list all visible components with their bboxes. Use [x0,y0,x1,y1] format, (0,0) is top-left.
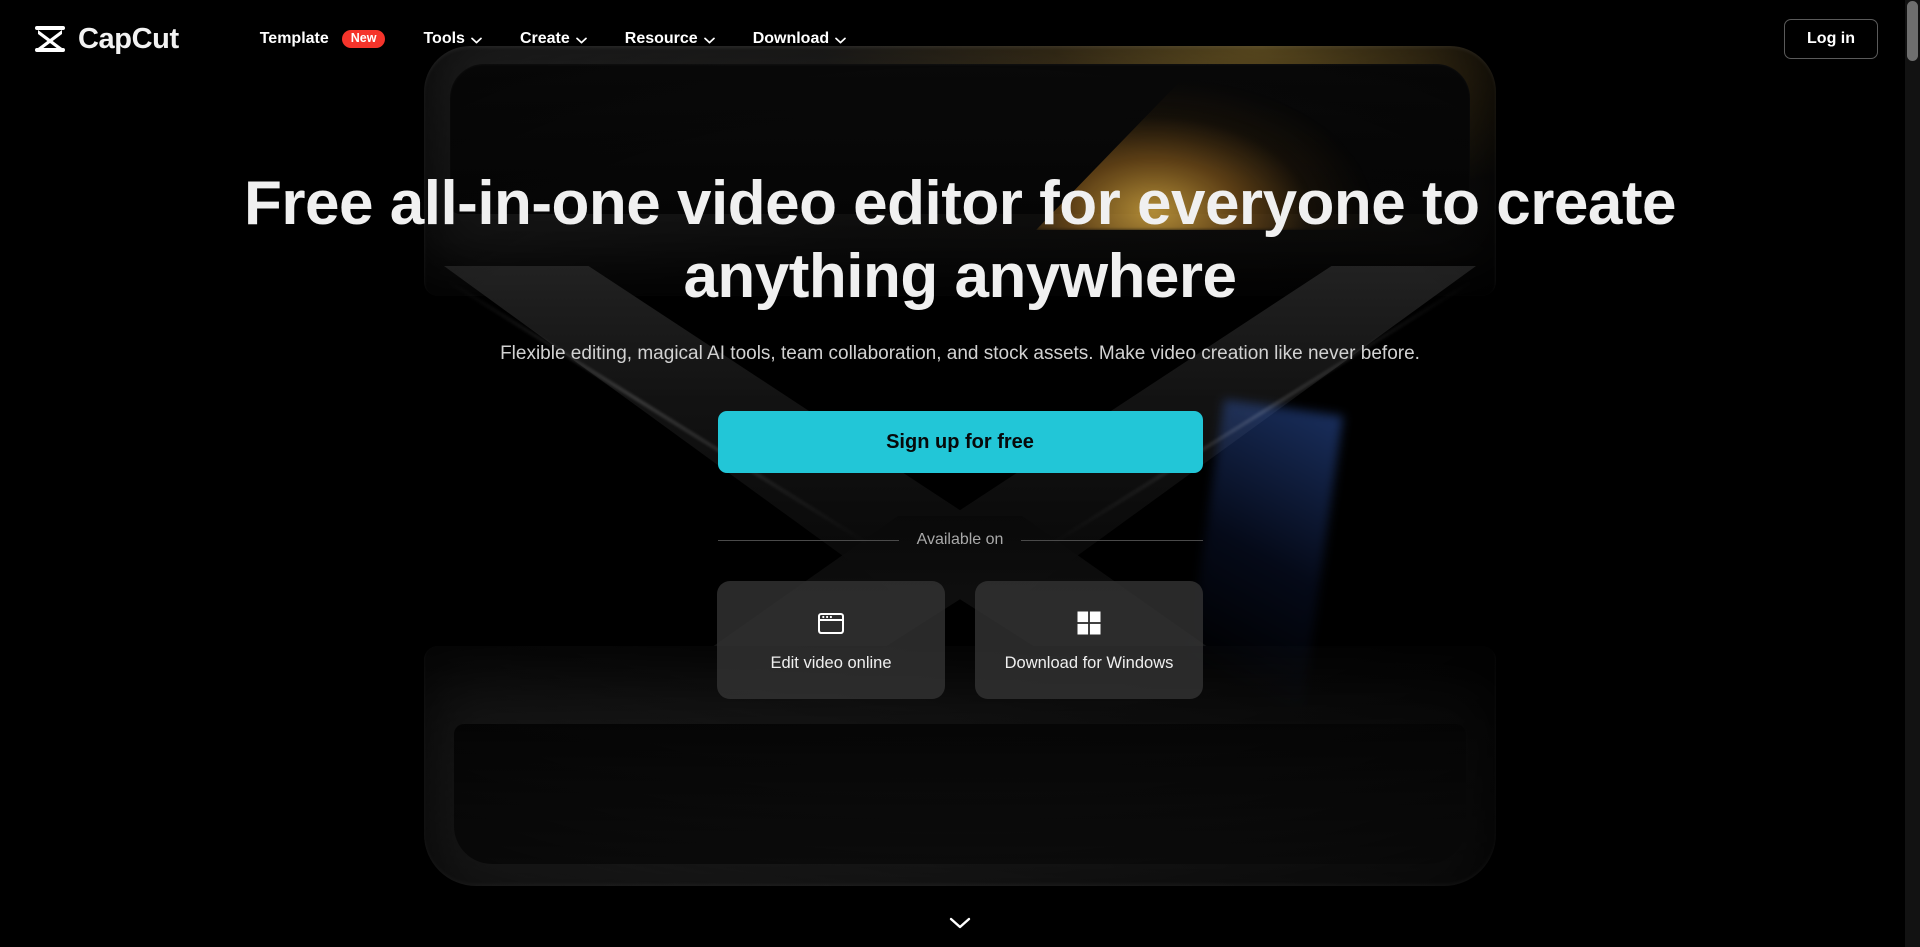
nav-item-create[interactable]: Create [501,19,606,59]
signup-button[interactable]: Sign up for free [717,411,1203,474]
chevron-down-icon [835,37,846,43]
page-title: Free all-in-one video editor for everyon… [244,169,1676,311]
nav-label-download: Download [752,30,830,47]
nav-item-tools[interactable]: Tools [404,19,500,59]
divider-line-right [1021,539,1203,541]
available-on-divider: Available on [717,531,1203,549]
edit-video-online-card[interactable]: Edit video online [717,581,945,700]
edit-video-online-label: Edit video online [770,653,892,672]
nav-label-create: Create [519,30,570,47]
capcut-landing-page: CapCut Template New Tools Create Resourc… [0,0,1920,947]
scroll-down-button[interactable] [945,913,975,933]
chevron-down-icon [703,37,715,43]
download-for-windows-card[interactable]: Download for Windows [975,581,1203,700]
nav-badge-new: New [341,29,386,49]
windows-logo-icon [1077,611,1101,635]
scrollbar-thumb[interactable] [1907,1,1918,61]
chevron-down-icon [471,37,482,43]
nav-item-download[interactable]: Download [734,19,865,59]
brand-logo-link[interactable]: CapCut [33,24,179,54]
nav-item-template[interactable]: Template New [241,19,405,59]
background-vignette [0,0,1920,947]
chevron-down-icon [575,37,587,43]
platform-cards: Edit video online Download for Windows [717,581,1203,700]
main-navigation: Template New Tools Create Resource Downl… [241,19,865,59]
capcut-logo-icon [35,26,65,52]
chevron-down-icon [949,917,971,929]
brand-name: CapCut [78,22,179,55]
page-subtitle: Flexible editing, magical AI tools, team… [500,343,1420,365]
nav-label-template: Template [259,30,329,47]
login-button[interactable]: Log in [1784,19,1878,59]
nav-item-resource[interactable]: Resource [606,19,734,59]
divider-line-left [717,539,899,541]
download-for-windows-label: Download for Windows [1004,653,1174,672]
available-on-label: Available on [916,531,1004,549]
site-header: CapCut Template New Tools Create Resourc… [0,0,1920,78]
hero-background-art [0,0,1920,947]
nav-label-resource: Resource [624,30,698,47]
nav-label-tools: Tools [423,30,465,47]
page-scrollbar[interactable] [1905,0,1920,947]
browser-window-icon [818,612,844,634]
